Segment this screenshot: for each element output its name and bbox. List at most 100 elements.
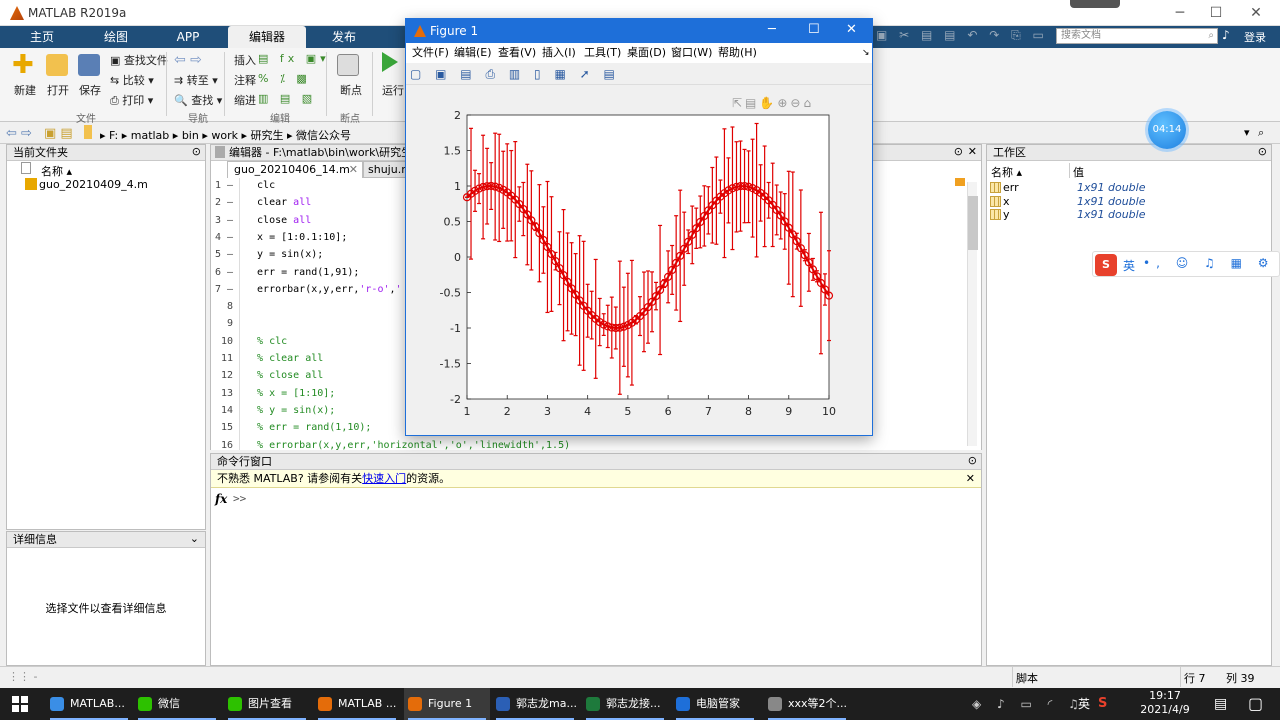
folder-icon[interactable]: ▣ ▤: [44, 126, 73, 141]
code-line[interactable]: % err = rand(1,10);: [245, 422, 371, 433]
menu-insert[interactable]: 插入(I): [542, 43, 576, 63]
line-number[interactable]: 15: [201, 422, 233, 433]
code-line[interactable]: % y = sin(x);: [245, 405, 335, 416]
maximize-button[interactable]: ☐: [1196, 0, 1236, 26]
figure-toolbar[interactable]: ▢ ▣ ▤ ⎙ ▥ ▯ ▦ ➚ ▤: [406, 63, 872, 85]
tab-publish[interactable]: 发布: [312, 26, 376, 48]
line-number[interactable]: 13: [201, 388, 233, 399]
code-line[interactable]: % clear all: [245, 353, 323, 364]
line-number[interactable]: 3 —: [201, 215, 233, 226]
errorbar-plot[interactable]: ⇱▤✋⊕⊖⌂ 1 2 3 4 5 6 7 8 9 10 -2 -1.5 -1 -0.5 0 0.5 1 1.5 2: [406, 85, 872, 435]
variable-value[interactable]: 1x91 double: [1077, 181, 1146, 194]
column-header-name[interactable]: 名称 ▴: [41, 163, 72, 179]
indent-tools-icon[interactable]: ▥ ▤ ▧: [258, 92, 316, 105]
code-line[interactable]: x = [1:0.1:10];: [245, 232, 347, 243]
back-forward-icon[interactable]: ⇦ ⇨: [6, 126, 32, 141]
minimize-button[interactable]: ─: [1160, 0, 1200, 26]
insert-tools-icon[interactable]: ▤ fx ▣▾: [258, 52, 330, 65]
line-number[interactable]: 14: [201, 405, 233, 416]
minimize-button[interactable]: ─: [768, 22, 776, 37]
code-line[interactable]: % clc: [245, 336, 287, 347]
tab-apps[interactable]: APP: [156, 26, 220, 48]
print-button[interactable]: ⎙ 打印 ▾: [110, 92, 153, 108]
menu-file[interactable]: 文件(F): [412, 43, 449, 63]
line-number[interactable]: 7 —: [201, 284, 233, 295]
action-center-icon[interactable]: ▢: [1248, 688, 1263, 720]
code-line[interactable]: err = rand(1,91);: [245, 267, 359, 278]
close-icon[interactable]: ✕: [968, 145, 977, 158]
scrollbar[interactable]: [967, 182, 978, 446]
comment-button[interactable]: 注释: [234, 72, 256, 88]
panel-menu-icon[interactable]: ⊙: [954, 145, 963, 158]
ime-lang[interactable]: 英: [1123, 257, 1135, 274]
close-button[interactable]: ✕: [1236, 0, 1276, 26]
login-button[interactable]: 登录: [1244, 29, 1266, 45]
menu-window[interactable]: 窗口(W): [671, 43, 712, 63]
figure-title-bar[interactable]: Figure 1 ─ ☐ ✕: [406, 19, 872, 43]
tab-file-2[interactable]: shuju.m: [363, 161, 412, 178]
figure-window[interactable]: Figure 1 ─ ☐ ✕ 文件(F) 编辑(E) 查看(V) 插入(I) 工…: [405, 18, 873, 436]
column-header-value[interactable]: 值: [1073, 164, 1084, 180]
menu-edit[interactable]: 编辑(E): [454, 43, 492, 63]
code-line[interactable]: close all: [245, 215, 311, 226]
search-docs-input[interactable]: 搜索文档 ⌕: [1056, 28, 1218, 44]
file-item[interactable]: guo_20210409_4.m: [39, 178, 148, 191]
tab-editor[interactable]: 编辑器: [228, 26, 306, 48]
variable-value[interactable]: 1x91 double: [1077, 195, 1146, 208]
variable-name[interactable]: err: [1003, 181, 1019, 194]
variable-name[interactable]: x: [1003, 195, 1010, 208]
taskbar-item[interactable]: 图片查看: [224, 688, 310, 720]
menu-tools[interactable]: 工具(T): [584, 43, 621, 63]
quick-start-link[interactable]: 快速入门: [362, 472, 406, 485]
command-prompt[interactable]: >>: [233, 492, 246, 505]
line-number[interactable]: 10: [201, 336, 233, 347]
panel-menu-icon[interactable]: ⊙: [1258, 145, 1267, 158]
dock-arrow-icon[interactable]: ↘: [862, 43, 870, 63]
comment-tools-icon[interactable]: % ⁒ ▩: [258, 72, 311, 85]
code-line[interactable]: clc: [245, 180, 275, 191]
taskbar-item[interactable]: MATLAB ...: [314, 688, 400, 720]
code-line[interactable]: % close all: [245, 370, 323, 381]
taskbar-item[interactable]: 郭志龙接...: [582, 688, 668, 720]
tab-home[interactable]: 主页: [10, 26, 74, 48]
column-header-name[interactable]: 名称 ▴: [991, 164, 1022, 180]
breakpoints-button[interactable]: 断点: [340, 82, 362, 98]
quick-access-toolbar[interactable]: ▣ ✂ ▤ ▤ ↶ ↷ ⎘ ▭ ? ⊖: [876, 28, 1051, 44]
line-number[interactable]: 11: [201, 353, 233, 364]
taskbar-item[interactable]: MATLAB...: [46, 688, 132, 720]
open-button[interactable]: 打开: [47, 82, 69, 98]
find-button[interactable]: 🔍 查找 ▾: [174, 92, 222, 108]
code-line[interactable]: % x = [1:10];: [245, 388, 335, 399]
code-analyzer-indicator[interactable]: [955, 178, 965, 186]
code-line[interactable]: clear all: [245, 197, 311, 208]
start-menu-icon[interactable]: [12, 696, 28, 712]
line-number[interactable]: 2 —: [201, 197, 233, 208]
menu-help[interactable]: 帮助(H): [718, 43, 757, 63]
scrollbar-thumb[interactable]: [968, 196, 978, 250]
close-icon[interactable]: ✕: [966, 470, 975, 487]
line-number[interactable]: 8: [201, 301, 233, 312]
taskbar-item[interactable]: 郭志龙ma...: [492, 688, 578, 720]
close-icon[interactable]: ✕: [349, 162, 358, 178]
breadcrumb[interactable]: ▸ F: ▸ matlab ▸ bin ▸ work ▸ 研究生 ▸ 微信公众号: [100, 127, 351, 143]
find-files-button[interactable]: ▣ 查找文件: [110, 52, 168, 68]
clock[interactable]: 19:17 2021/4/9: [1130, 689, 1200, 717]
code-line[interactable]: % errorbar(x,y,err,'horizontal','o','lin…: [245, 440, 570, 451]
insert-button[interactable]: 插入: [234, 52, 256, 68]
axes-toolbar-icons[interactable]: ⇱▤✋⊕⊖⌂: [732, 96, 814, 110]
line-number[interactable]: 5 —: [201, 249, 233, 260]
tab-plots[interactable]: 绘图: [84, 26, 148, 48]
code-line[interactable]: y = sin(x);: [245, 249, 323, 260]
panel-menu-icon[interactable]: ⊙: [968, 454, 977, 467]
taskbar-item[interactable]: xxx等2个...: [764, 688, 850, 720]
panel-menu-icon[interactable]: ⊙: [192, 145, 201, 158]
timer-badge[interactable]: 04:14: [1148, 111, 1186, 149]
indent-button[interactable]: 缩进: [234, 92, 256, 108]
code-line[interactable]: errorbar(x,y,err,'r-o',': [245, 284, 402, 295]
line-number[interactable]: 9: [201, 318, 233, 329]
search-icon[interactable]: ⌕: [1258, 126, 1264, 140]
sogou-icon[interactable]: S: [1095, 254, 1117, 276]
line-number[interactable]: 12: [201, 370, 233, 381]
close-button[interactable]: ✕: [846, 22, 857, 37]
save-button[interactable]: 保存: [79, 82, 101, 98]
